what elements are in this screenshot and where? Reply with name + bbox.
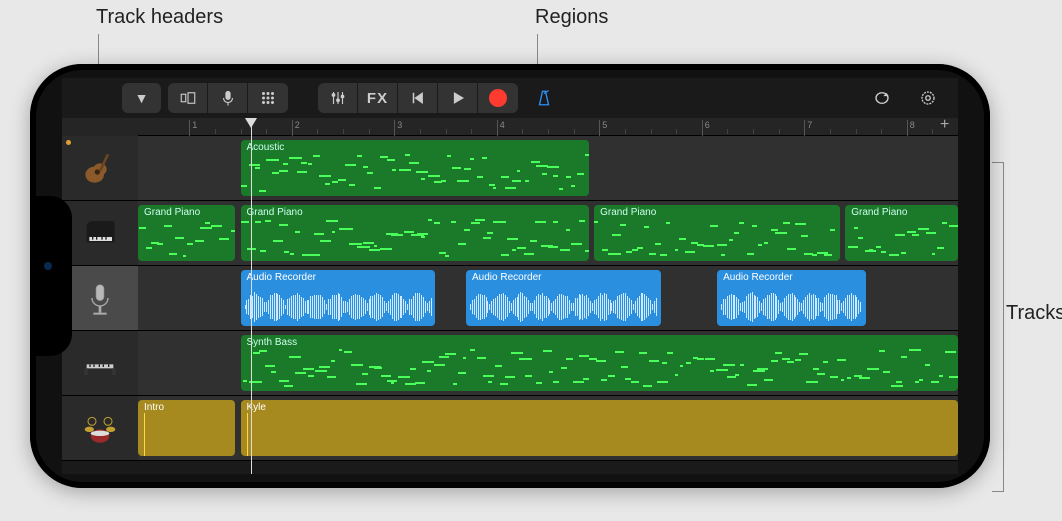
region-label: Acoustic — [247, 142, 584, 153]
region[interactable]: Synth Bass — [241, 335, 959, 391]
region-label: Audio Recorder — [247, 272, 430, 283]
ruler-tick: 8 — [907, 120, 915, 136]
controls-group: FX — [318, 83, 518, 113]
grid-icon — [259, 89, 277, 107]
input-mode-group — [168, 83, 288, 113]
region[interactable]: Intro — [138, 400, 235, 456]
record-icon — [489, 89, 507, 107]
phone-notch — [30, 196, 72, 356]
track-header-drums[interactable] — [62, 396, 138, 460]
track-header-acoustic[interactable] — [62, 136, 138, 200]
region[interactable]: Grand Piano — [241, 205, 590, 261]
add-track-button[interactable]: + — [940, 118, 954, 132]
play-icon — [449, 89, 467, 107]
app-screen: ▼ FX — [62, 78, 958, 474]
play-button[interactable] — [438, 83, 478, 113]
region-label: Grand Piano — [851, 207, 952, 218]
tracks-area: AcousticGrand PianoGrand PianoGrand Pian… — [62, 136, 958, 461]
track-lane[interactable]: Acoustic — [138, 136, 958, 200]
mic-button[interactable] — [208, 83, 248, 113]
playhead[interactable] — [251, 118, 252, 474]
toolbar: ▼ FX — [62, 78, 958, 118]
region[interactable]: Audio Recorder — [717, 270, 866, 326]
loop-button[interactable] — [862, 83, 902, 113]
grid-button[interactable] — [248, 83, 288, 113]
track-row: Audio Recorder Audio Recorder Audio Record… — [62, 266, 958, 331]
chevron-down-icon: ▼ — [135, 90, 149, 106]
metronome-icon — [535, 89, 553, 107]
track-lane[interactable]: Audio Recorder Audio Recorder Audio Record… — [138, 266, 958, 330]
track-header-synth[interactable] — [62, 331, 138, 395]
metronome-button[interactable] — [524, 83, 564, 113]
mic-icon — [219, 89, 237, 107]
region-label: Audio Recorder — [723, 272, 860, 283]
region-label: Grand Piano — [600, 207, 834, 218]
track-indicator-dot — [66, 140, 71, 145]
annotation-regions: Regions — [535, 6, 608, 29]
track-lane[interactable]: Grand Piano Grand Piano Grand Piano Grand P… — [138, 201, 958, 265]
annotation-bracket — [992, 162, 1004, 492]
ruler-tick: 3 — [394, 120, 402, 136]
sliders-icon — [329, 89, 347, 107]
region[interactable]: Audio Recorder — [241, 270, 436, 326]
settings-button[interactable] — [908, 83, 948, 113]
phone-frame: ▼ FX — [30, 64, 990, 488]
track-row: Synth Bass — [62, 331, 958, 396]
region-label: Kyle — [247, 402, 953, 413]
loop-icon — [873, 89, 891, 107]
rewind-button[interactable] — [398, 83, 438, 113]
ruler-tick: 4 — [497, 120, 505, 136]
region[interactable]: Grand Piano — [594, 205, 840, 261]
region[interactable]: Kyle — [241, 400, 959, 456]
mixer-button[interactable] — [318, 83, 358, 113]
gear-icon — [919, 89, 937, 107]
view-menu-button[interactable]: ▼ — [122, 83, 162, 113]
region[interactable]: Grand Piano — [845, 205, 958, 261]
ruler[interactable]: 1 2 3 4 5 6 7 8 + — [138, 118, 958, 136]
track-lane[interactable]: Synth Bass — [138, 331, 958, 395]
browser-icon — [179, 89, 197, 107]
region-label: Audio Recorder — [472, 272, 655, 283]
region[interactable]: Audio Recorder — [466, 270, 661, 326]
track-header-audio[interactable] — [62, 266, 138, 330]
track-row: Grand Piano Grand Piano Grand Piano Grand P… — [62, 201, 958, 266]
ruler-corner — [62, 118, 138, 136]
ruler-tick: 7 — [804, 120, 812, 136]
ruler-tick: 5 — [599, 120, 607, 136]
region-label: Intro — [144, 402, 229, 413]
track-lane[interactable]: Intro Kyle — [138, 396, 958, 460]
annotation-tracks: Tracks — [1006, 302, 1062, 325]
ruler-tick: 1 — [189, 120, 197, 136]
track-row: Intro Kyle — [62, 396, 958, 461]
ruler-tick: 6 — [702, 120, 710, 136]
region[interactable]: Acoustic — [241, 140, 590, 196]
region-label: Grand Piano — [247, 207, 584, 218]
annotation-track-headers: Track headers — [96, 6, 223, 29]
record-button[interactable] — [478, 83, 518, 113]
region-label: Grand Piano — [144, 207, 229, 218]
browser-button[interactable] — [168, 83, 208, 113]
region-label: Synth Bass — [247, 337, 953, 348]
skip-back-icon — [409, 89, 427, 107]
region[interactable]: Grand Piano — [138, 205, 235, 261]
fx-icon: FX — [367, 90, 388, 107]
fx-button[interactable]: FX — [358, 83, 398, 113]
ruler-tick: 2 — [292, 120, 300, 136]
track-header-piano[interactable] — [62, 201, 138, 265]
track-row: Acoustic — [62, 136, 958, 201]
